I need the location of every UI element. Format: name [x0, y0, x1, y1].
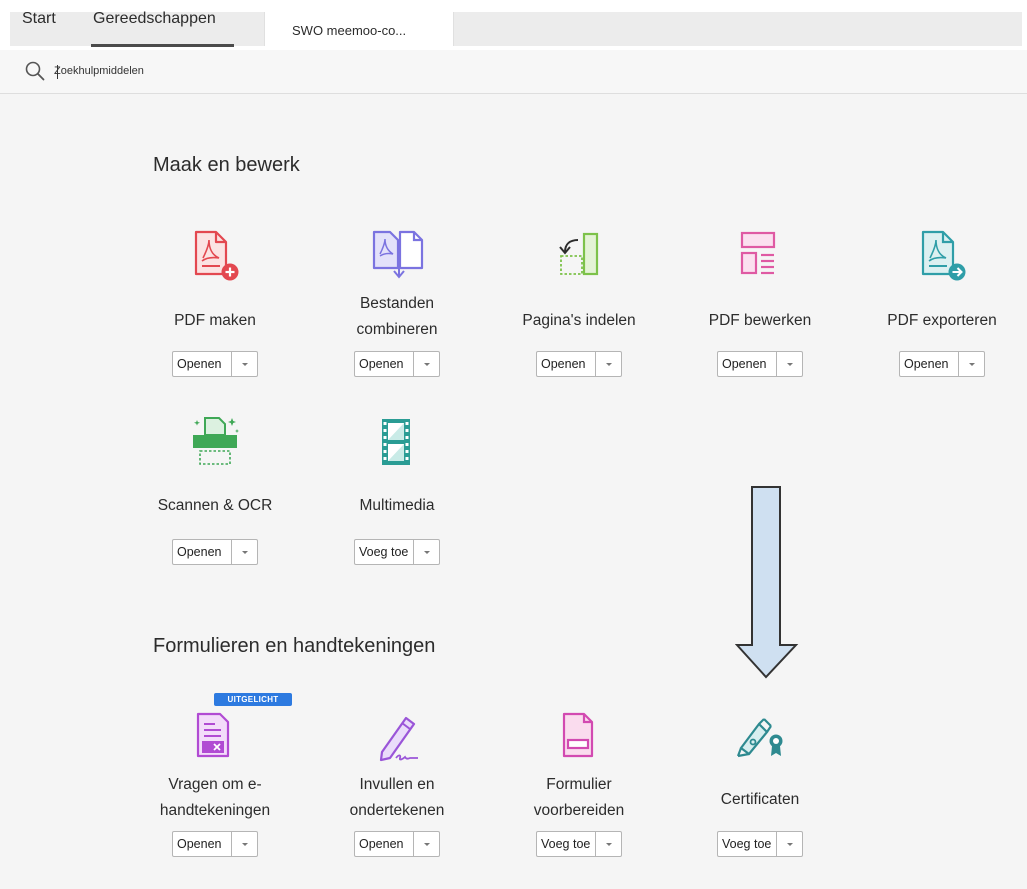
tab-document-label: SWO meemoo-co... — [292, 23, 407, 38]
add-button[interactable]: Voeg toe — [354, 539, 440, 565]
open-button[interactable]: Openen — [354, 831, 440, 857]
add-button[interactable]: Voeg toe — [536, 831, 622, 857]
dropdown-caret-icon[interactable] — [785, 357, 795, 371]
button-divider — [231, 540, 232, 564]
add-button[interactable]: Voeg toe — [717, 831, 803, 857]
tool-pdf-edit[interactable]: PDF bewerken Openen — [675, 228, 845, 398]
open-button[interactable]: Openen — [717, 351, 803, 377]
search-icon[interactable] — [24, 60, 46, 82]
annotation-arrow-down — [735, 486, 799, 679]
tool-label-line-1: Formulier — [546, 776, 612, 793]
open-button[interactable]: Openen — [354, 351, 440, 377]
button-divider — [776, 352, 777, 376]
scanner-icon — [193, 417, 239, 465]
button-divider — [595, 832, 596, 856]
tab-document[interactable]: SWO meemoo-co... — [264, 12, 454, 46]
open-button[interactable]: Openen — [899, 351, 985, 377]
tab-bar: Start Gereedschappen SWO meemoo-co... — [0, 0, 1027, 50]
tool-label-line-2: combineren — [356, 321, 438, 338]
open-button-label: Openen — [177, 545, 222, 559]
tool-pdf-export[interactable]: PDF exporteren Openen — [857, 228, 1027, 398]
tool-label-line-1: Vragen om e- — [168, 776, 262, 793]
dropdown-caret-icon[interactable] — [604, 357, 614, 371]
add-button-label: Voeg toe — [722, 837, 772, 851]
tool-label-line-1: Bestanden — [359, 295, 435, 312]
search-input[interactable] — [54, 61, 354, 81]
open-button[interactable]: Openen — [172, 539, 258, 565]
dropdown-caret-icon[interactable] — [240, 545, 250, 559]
open-button-label: Openen — [904, 357, 949, 371]
pdf-export-icon — [921, 230, 966, 281]
tool-label-line-2: ondertekenen — [349, 802, 445, 819]
button-divider — [413, 352, 414, 376]
open-button-label: Openen — [541, 357, 586, 371]
featured-badge: UITGELICHT — [214, 693, 292, 706]
tool-combine-files[interactable]: Bestanden combineren Openen — [312, 228, 482, 398]
button-divider — [595, 352, 596, 376]
button-divider — [958, 352, 959, 376]
tool-multimedia[interactable]: Multimedia Voeg toe — [312, 415, 482, 585]
certificate-pen-icon — [736, 718, 783, 758]
prepare-form-icon — [562, 712, 594, 758]
tool-label: Pagina's indelen — [522, 312, 636, 329]
section-title-create-edit: Maak en bewerk — [153, 154, 300, 176]
tool-prepare-form[interactable]: Formulier voorbereiden Voeg toe — [494, 712, 664, 882]
tab-tools[interactable]: Gereedschappen — [93, 10, 216, 28]
tool-label: PDF maken — [174, 312, 256, 329]
tool-label: Certificaten — [720, 791, 800, 808]
open-button-label: Openen — [359, 837, 404, 851]
dropdown-caret-icon[interactable] — [422, 545, 432, 559]
tool-label: PDF exporteren — [887, 312, 997, 329]
button-divider — [413, 832, 414, 856]
tool-label: PDF bewerken — [708, 312, 812, 329]
search-bar — [0, 50, 1027, 94]
tool-label-line-1: Invullen en — [359, 776, 435, 793]
organize-pages-icon — [559, 232, 599, 276]
open-button-label: Openen — [359, 357, 404, 371]
dropdown-caret-icon[interactable] — [785, 837, 795, 851]
open-button[interactable]: Openen — [172, 831, 258, 857]
tool-organize-pages[interactable]: Pagina's indelen Openen — [494, 228, 664, 398]
fill-sign-pen-icon — [379, 716, 418, 762]
button-divider — [413, 540, 414, 564]
tool-scan-ocr[interactable]: Scannen & OCR Openen — [130, 415, 300, 585]
button-divider — [776, 832, 777, 856]
tool-label: Scannen & OCR — [157, 497, 273, 514]
dropdown-caret-icon[interactable] — [240, 357, 250, 371]
dropdown-caret-icon[interactable] — [967, 357, 977, 371]
section-title-forms-signatures: Formulieren en handtekeningen — [153, 635, 436, 657]
tool-label-line-2: voorbereiden — [533, 802, 625, 819]
dropdown-caret-icon[interactable] — [240, 837, 250, 851]
add-button-label: Voeg toe — [359, 545, 409, 559]
button-divider — [231, 832, 232, 856]
add-button-label: Voeg toe — [541, 837, 591, 851]
tool-label-line-2: handtekeningen — [159, 802, 271, 819]
pdf-edit-icon — [740, 231, 776, 275]
pdf-create-icon — [194, 230, 239, 281]
tool-fill-sign[interactable]: Invullen en ondertekenen Openen — [312, 712, 482, 882]
open-button-label: Openen — [177, 837, 222, 851]
open-button-label: Openen — [177, 357, 222, 371]
open-button[interactable]: Openen — [536, 351, 622, 377]
dropdown-caret-icon[interactable] — [604, 837, 614, 851]
open-button-label: Openen — [722, 357, 767, 371]
tab-start[interactable]: Start — [22, 10, 56, 28]
button-divider — [231, 352, 232, 376]
tool-certificates[interactable]: Certificaten Voeg toe — [675, 712, 845, 882]
active-tab-indicator — [91, 44, 234, 47]
dropdown-caret-icon[interactable] — [422, 837, 432, 851]
open-button[interactable]: Openen — [172, 351, 258, 377]
film-icon — [382, 419, 410, 465]
tool-request-esignatures[interactable]: Vragen om e- handtekeningen Openen — [130, 712, 300, 882]
dropdown-caret-icon[interactable] — [422, 357, 432, 371]
text-caret — [57, 65, 58, 79]
tool-label: Multimedia — [359, 497, 435, 514]
request-signature-icon — [196, 712, 230, 758]
tool-pdf-make[interactable]: PDF maken Openen — [130, 228, 300, 398]
combine-files-icon — [372, 230, 424, 279]
